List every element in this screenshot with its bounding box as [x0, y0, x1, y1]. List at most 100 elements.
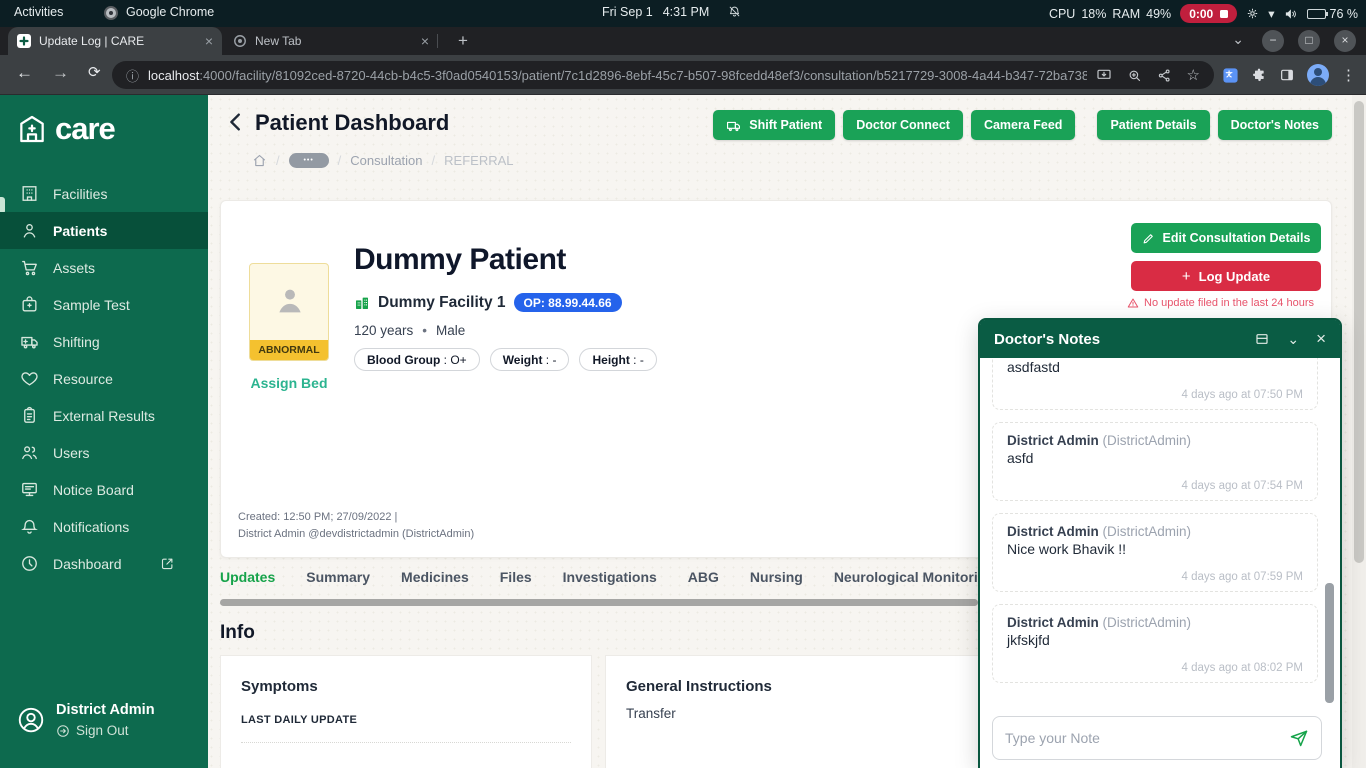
window-minimize-button[interactable]: −: [1262, 30, 1284, 52]
page-scrollbar-thumb[interactable]: [1354, 101, 1364, 563]
sidebar-item-shifting[interactable]: Shifting: [0, 323, 208, 360]
translate-icon[interactable]: [1222, 67, 1239, 84]
profile-avatar[interactable]: [1307, 64, 1329, 86]
window-maximize-button[interactable]: □: [1298, 30, 1320, 52]
forward-button[interactable]: →: [52, 63, 69, 83]
tab-update-log-care[interactable]: Update Log | CARE ×: [8, 27, 222, 55]
sign-out-button[interactable]: Sign Out: [56, 723, 129, 738]
back-button[interactable]: ←: [16, 63, 33, 83]
ambulance-icon: [726, 118, 741, 133]
sidebar-item-notice-board[interactable]: Notice Board: [0, 471, 208, 508]
send-note-icon[interactable]: [1289, 728, 1309, 748]
assign-bed-link[interactable]: Assign Bed: [233, 375, 345, 391]
sidebar-item-patients[interactable]: Patients: [0, 212, 208, 249]
tab-updates[interactable]: Updates: [220, 569, 275, 585]
notifications-icon: [20, 517, 39, 536]
home-icon[interactable]: [252, 153, 267, 168]
recording-time: 0:00: [1189, 7, 1213, 21]
minimize-panel-icon[interactable]: ⌄: [1287, 334, 1299, 344]
patient-photo: ABNORMAL: [249, 263, 329, 361]
sidebar-item-users[interactable]: Users: [0, 434, 208, 471]
network-menu-icon: ▾: [1268, 6, 1274, 21]
chevron-left-icon: [225, 111, 247, 133]
tab-neurological-monitoring[interactable]: Neurological Monitoring: [834, 569, 995, 585]
side-panel-icon[interactable]: [1279, 67, 1295, 83]
new-tab-button[interactable]: +: [452, 30, 474, 52]
window-close-button[interactable]: ×: [1334, 30, 1356, 52]
browser-toolbar: ← → ⟳ ⓘ localhost:4000/facility/81092ced…: [0, 55, 1366, 95]
patient-details-button[interactable]: Patient Details: [1097, 110, 1209, 140]
tab-investigations[interactable]: Investigations: [563, 569, 657, 585]
shift-patient-button[interactable]: Shift Patient: [713, 110, 835, 140]
notes-scrollbar-thumb[interactable]: [1325, 583, 1334, 703]
note-message: District Admin (DistrictAdmin) Nice work…: [992, 513, 1318, 592]
log-update-button[interactable]: + Log Update: [1131, 261, 1321, 291]
sidebar-item-assets[interactable]: Assets: [0, 249, 208, 286]
system-tray[interactable]: CPU 18% RAM 49% 0:00 ▾: [1049, 0, 1358, 27]
focused-app-name[interactable]: Google Chrome: [126, 5, 214, 19]
tab-title: New Tab: [255, 34, 413, 48]
breadcrumb-ellipsis[interactable]: •••: [289, 153, 329, 168]
note-message: District Admin (DistrictAdmin) asfd 4 da…: [992, 422, 1318, 501]
site-info-icon[interactable]: ⓘ: [126, 66, 139, 85]
popout-window-icon[interactable]: [1254, 331, 1270, 347]
sidebar-item-resource[interactable]: Resource: [0, 360, 208, 397]
button-label: Patient Details: [1110, 118, 1196, 132]
page-back-button[interactable]: [225, 111, 247, 133]
share-icon[interactable]: [1157, 68, 1172, 83]
tab-abg[interactable]: ABG: [688, 569, 719, 585]
sidebar-item-label: External Results: [53, 408, 155, 424]
tab-close-icon[interactable]: ×: [205, 34, 213, 48]
tab-new-tab[interactable]: New Tab ×: [224, 27, 438, 55]
sidebar-item-facilities[interactable]: Facilities: [0, 175, 208, 212]
created-by-line: District Admin @devdistrictadmin (Distri…: [238, 528, 474, 540]
install-app-icon[interactable]: [1096, 67, 1112, 83]
close-panel-icon[interactable]: ×: [1316, 332, 1326, 346]
menu-kebab-icon[interactable]: ⋮: [1341, 66, 1356, 84]
info-heading: Info: [220, 622, 255, 644]
camera-feed-button[interactable]: Camera Feed: [971, 110, 1076, 140]
note-input[interactable]: [1005, 730, 1281, 746]
edit-consultation-button[interactable]: Edit Consultation Details: [1131, 223, 1321, 253]
extensions-puzzle-icon[interactable]: [1251, 67, 1267, 83]
message-text: asdfastd: [1007, 359, 1303, 375]
tabs-horizontal-scrollbar[interactable]: [220, 599, 978, 606]
doctors-notes-button[interactable]: Doctor's Notes: [1218, 110, 1332, 140]
message-author: District Admin: [1007, 524, 1099, 539]
message-role: (DistrictAdmin): [1103, 433, 1192, 448]
users-icon: [20, 443, 39, 462]
doctor-connect-button[interactable]: Doctor Connect: [843, 110, 963, 140]
patient-sex: Male: [436, 323, 465, 338]
sidebar-item-external-results[interactable]: External Results: [0, 397, 208, 434]
page-scrollbar[interactable]: [1352, 95, 1366, 768]
reload-button[interactable]: ⟳: [88, 63, 101, 81]
sidebar-item-sample-test[interactable]: Sample Test: [0, 286, 208, 323]
activities-button[interactable]: Activities: [14, 5, 63, 19]
tab-files[interactable]: Files: [500, 569, 532, 585]
ram-value: 49%: [1146, 7, 1171, 21]
bookmark-star-icon[interactable]: ☆: [1187, 66, 1200, 84]
zoom-icon[interactable]: [1127, 68, 1142, 83]
breadcrumb-consultation[interactable]: Consultation: [350, 153, 422, 168]
clock[interactable]: Fri Sep 1 4:31 PM: [602, 5, 709, 19]
page-title: Patient Dashboard: [255, 110, 449, 136]
tab-nursing[interactable]: Nursing: [750, 569, 803, 585]
breadcrumb-divider: /: [338, 153, 342, 168]
tab-close-icon[interactable]: ×: [421, 34, 429, 48]
tab-search-icon[interactable]: ⌄: [1232, 31, 1244, 48]
cpu-value: 18%: [1081, 7, 1106, 21]
battery-percent: 76 %: [1330, 7, 1359, 21]
tab-summary[interactable]: Summary: [306, 569, 370, 585]
screen-recording-indicator[interactable]: 0:00: [1180, 4, 1237, 23]
tab-medicines[interactable]: Medicines: [401, 569, 469, 585]
user-avatar-icon: [16, 705, 46, 735]
height-pill: Height : -: [579, 348, 656, 371]
sidebar-item-label: Dashboard: [53, 556, 122, 572]
url-path: :4000/facility/81092ced-8720-44cb-b4c5-3…: [199, 68, 1086, 83]
message-time: 4 days ago at 08:02 PM: [1007, 662, 1303, 674]
sidebar-item-dashboard[interactable]: Dashboard: [0, 545, 208, 582]
address-bar[interactable]: ⓘ localhost:4000/facility/81092ced-8720-…: [112, 61, 1214, 89]
facility-row: Dummy Facility 1 OP: 88.99.44.66: [354, 293, 622, 312]
notifications-muted-icon[interactable]: [728, 5, 741, 18]
sidebar-item-notifications[interactable]: Notifications: [0, 508, 208, 545]
